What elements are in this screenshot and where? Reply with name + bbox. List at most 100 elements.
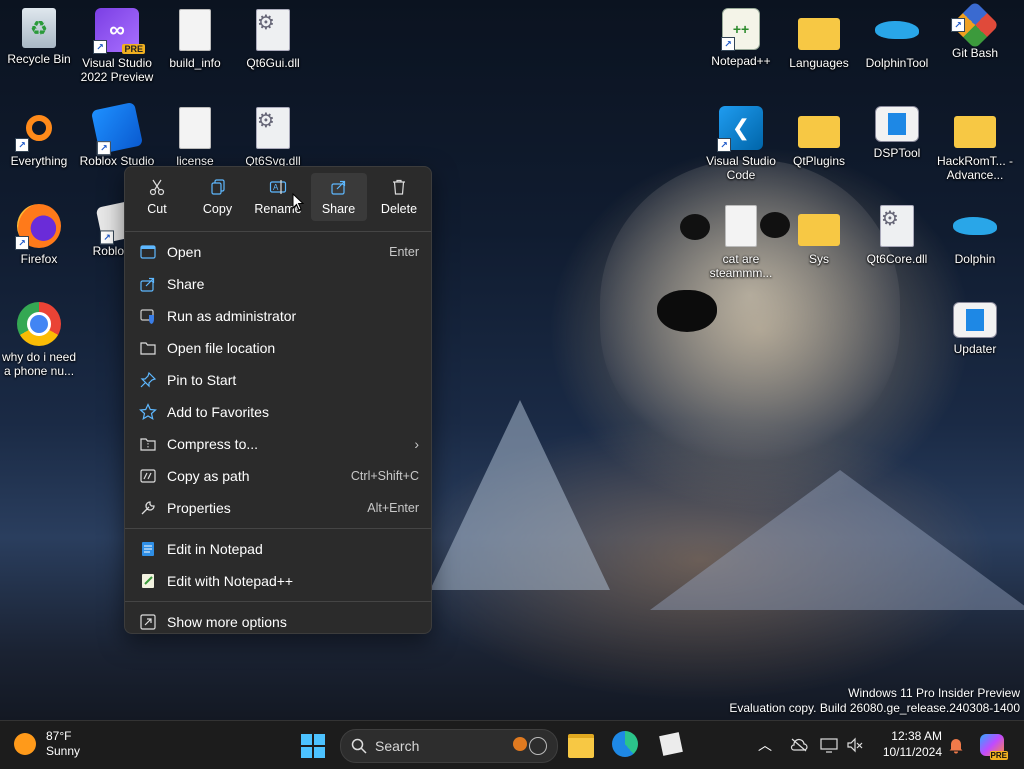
svg-text:A: A	[273, 183, 279, 192]
desktop-icon-firefox[interactable]: ↗ Firefox	[0, 204, 78, 266]
menu-item-shortcut: Ctrl+Shift+C	[350, 469, 419, 483]
desktop-icon-label: cat are steammm...	[709, 252, 773, 280]
desktop-icon-recycle-bin[interactable]: ♻ Recycle Bin	[0, 8, 78, 66]
desktop-icon-label: Git Bash	[951, 46, 999, 60]
volume-muted-icon	[847, 737, 863, 753]
start-button[interactable]	[300, 733, 326, 759]
cut-button[interactable]: Cut	[129, 173, 185, 221]
menu-item-open-file-location[interactable]: Open file location	[125, 332, 431, 364]
copy-icon	[210, 179, 225, 195]
windows-logo-icon	[301, 734, 325, 758]
path-icon	[140, 469, 156, 483]
chevron-right-icon: ›	[414, 436, 419, 452]
desktop-icon-qt6core-dll[interactable]: ⚙ Qt6Core.dll	[858, 204, 936, 266]
menu-item-run-as-admin[interactable]: Run as administrator	[125, 300, 431, 332]
desktop-icon-qt6gui-dll[interactable]: ⚙ Qt6Gui.dll	[234, 8, 312, 70]
shield-icon	[140, 309, 154, 324]
desktop-icon-languages[interactable]: Languages	[780, 8, 858, 70]
copilot-button[interactable]: PRE	[980, 721, 1008, 769]
shortcut-arrow-icon: ↗	[717, 138, 731, 152]
menu-item-label: Add to Favorites	[167, 404, 269, 420]
menu-item-share[interactable]: Share	[125, 268, 431, 300]
weather-widget[interactable]: 87°F Sunny	[14, 729, 80, 759]
shortcut-arrow-icon: ↗	[951, 18, 966, 32]
trash-icon	[393, 179, 405, 195]
magnifier-icon: ↗	[15, 106, 61, 152]
desktop-icon-vscode[interactable]: ❮ ↗ Visual Studio Code	[702, 106, 780, 182]
menu-item-edit-in-notepad[interactable]: Edit in Notepad	[125, 533, 431, 565]
text-file-icon	[719, 204, 763, 248]
menu-item-properties[interactable]: Properties Alt+Enter	[125, 492, 431, 524]
menu-item-show-more-options[interactable]: Show more options	[125, 606, 431, 638]
share-quick-button[interactable]: Share	[310, 173, 367, 221]
chrome-icon	[17, 302, 61, 346]
menu-item-label: Pin to Start	[167, 372, 237, 388]
firefox-icon: ↗	[15, 204, 61, 250]
roblox-taskbar-button[interactable]	[658, 731, 684, 757]
copy-label: Copy	[202, 202, 233, 216]
menu-item-edit-with-notepadpp[interactable]: Edit with Notepad++	[125, 565, 431, 597]
desktop-icon-qt6svg-dll[interactable]: ⚙ Qt6Svg.dll	[234, 106, 312, 168]
star-icon	[139, 403, 157, 421]
desktop-icon-sys[interactable]: Sys	[780, 204, 858, 266]
windows-watermark: Windows 11 Pro Insider Preview Evaluatio…	[729, 686, 1020, 716]
file-explorer-taskbar-button[interactable]	[568, 731, 594, 758]
copy-button[interactable]: Copy	[190, 173, 246, 221]
shortcut-arrow-icon: ↗	[15, 138, 29, 152]
desktop-icon-cat-text[interactable]: cat are steammm...	[702, 204, 780, 280]
volume-tray-button[interactable]	[846, 721, 864, 769]
taskbar-search-box[interactable]: Search	[340, 729, 558, 763]
onedrive-tray-button[interactable]	[790, 721, 808, 769]
desktop-icon-hackromtools[interactable]: HackRomT... - Advance...	[936, 106, 1014, 182]
share-label: Share	[321, 202, 356, 216]
desktop-icon-roblox-studio[interactable]: ↗ Roblox Studio	[78, 101, 156, 168]
network-tray-button[interactable]	[820, 721, 838, 769]
notifications-button[interactable]	[948, 721, 964, 769]
dolphin-icon	[875, 8, 919, 52]
wallpaper-mountain-range	[650, 470, 1024, 610]
desktop-icon-dolphintool[interactable]: DolphinTool	[858, 8, 936, 70]
search-icon	[351, 738, 367, 754]
vscode-icon: ❮ ↗	[717, 106, 763, 152]
delete-button[interactable]: Delete	[371, 173, 427, 221]
desktop-icon-updater[interactable]: Updater	[936, 302, 1014, 356]
file-explorer-icon	[568, 734, 594, 758]
edge-taskbar-button[interactable]	[612, 731, 638, 757]
menu-item-open[interactable]: Open Enter	[125, 236, 431, 268]
desktop-icon-qtplugins[interactable]: QtPlugins	[780, 106, 858, 168]
desktop-icon-chrome-shortcut[interactable]: why do i need a phone nu...	[0, 302, 78, 378]
notepad-icon	[142, 542, 154, 556]
watermark-line-2: Evaluation copy. Build 26080.ge_release.…	[729, 701, 1020, 715]
menu-item-pin-to-start[interactable]: Pin to Start	[125, 364, 431, 396]
weather-description: Sunny	[46, 744, 81, 758]
desktop-icon-notepadpp[interactable]: ++ ↗ Notepad++	[702, 8, 780, 68]
sun-icon	[14, 733, 36, 755]
dll-file-icon: ⚙	[251, 8, 295, 52]
share-icon	[330, 180, 345, 195]
desktop-icon-everything[interactable]: ↗ Everything	[0, 106, 78, 168]
taskbar-clock[interactable]: 12:38 AM 10/11/2024	[874, 728, 942, 760]
chevron-up-icon: ︿	[758, 737, 772, 753]
text-file-icon	[173, 106, 217, 150]
desktop-icon-label: why do i need a phone nu...	[1, 350, 77, 378]
desktop-icon-git-bash[interactable]: ↗ Git Bash	[936, 0, 1014, 60]
desktop-icon-build-info[interactable]: build_info	[156, 8, 234, 70]
show-hidden-icons-button[interactable]: ︿	[758, 721, 772, 769]
menu-item-label: Copy as path	[167, 468, 250, 484]
menu-item-compress-to[interactable]: Compress to... ›	[125, 428, 431, 460]
desktop-icon-visual-studio[interactable]: ∞ PRE ↗ Visual Studio 2022 Preview	[78, 8, 156, 84]
dolphin-icon	[953, 204, 997, 248]
scissors-icon	[149, 179, 165, 196]
menu-item-add-to-favorites[interactable]: Add to Favorites	[125, 396, 431, 428]
taskbar: 87°F Sunny Search ︿ 12:38 AM 10/11/2024	[0, 720, 1024, 769]
notepadpp-icon	[142, 574, 154, 588]
menu-item-copy-as-path[interactable]: Copy as path Ctrl+Shift+C	[125, 460, 431, 492]
desktop-icon-label: Qt6Gui.dll	[246, 56, 300, 70]
desktop-icon-license[interactable]: license	[156, 106, 234, 168]
copilot-icon: PRE	[980, 734, 1008, 760]
desktop-icon-label: Recycle Bin	[7, 52, 71, 66]
wallpaper-mountain	[430, 400, 610, 590]
notepadpp-icon: ++ ↗	[721, 8, 760, 51]
desktop-icon-dolphin[interactable]: Dolphin	[936, 204, 1014, 266]
desktop-icon-dsptool[interactable]: DSPTool	[858, 106, 936, 160]
